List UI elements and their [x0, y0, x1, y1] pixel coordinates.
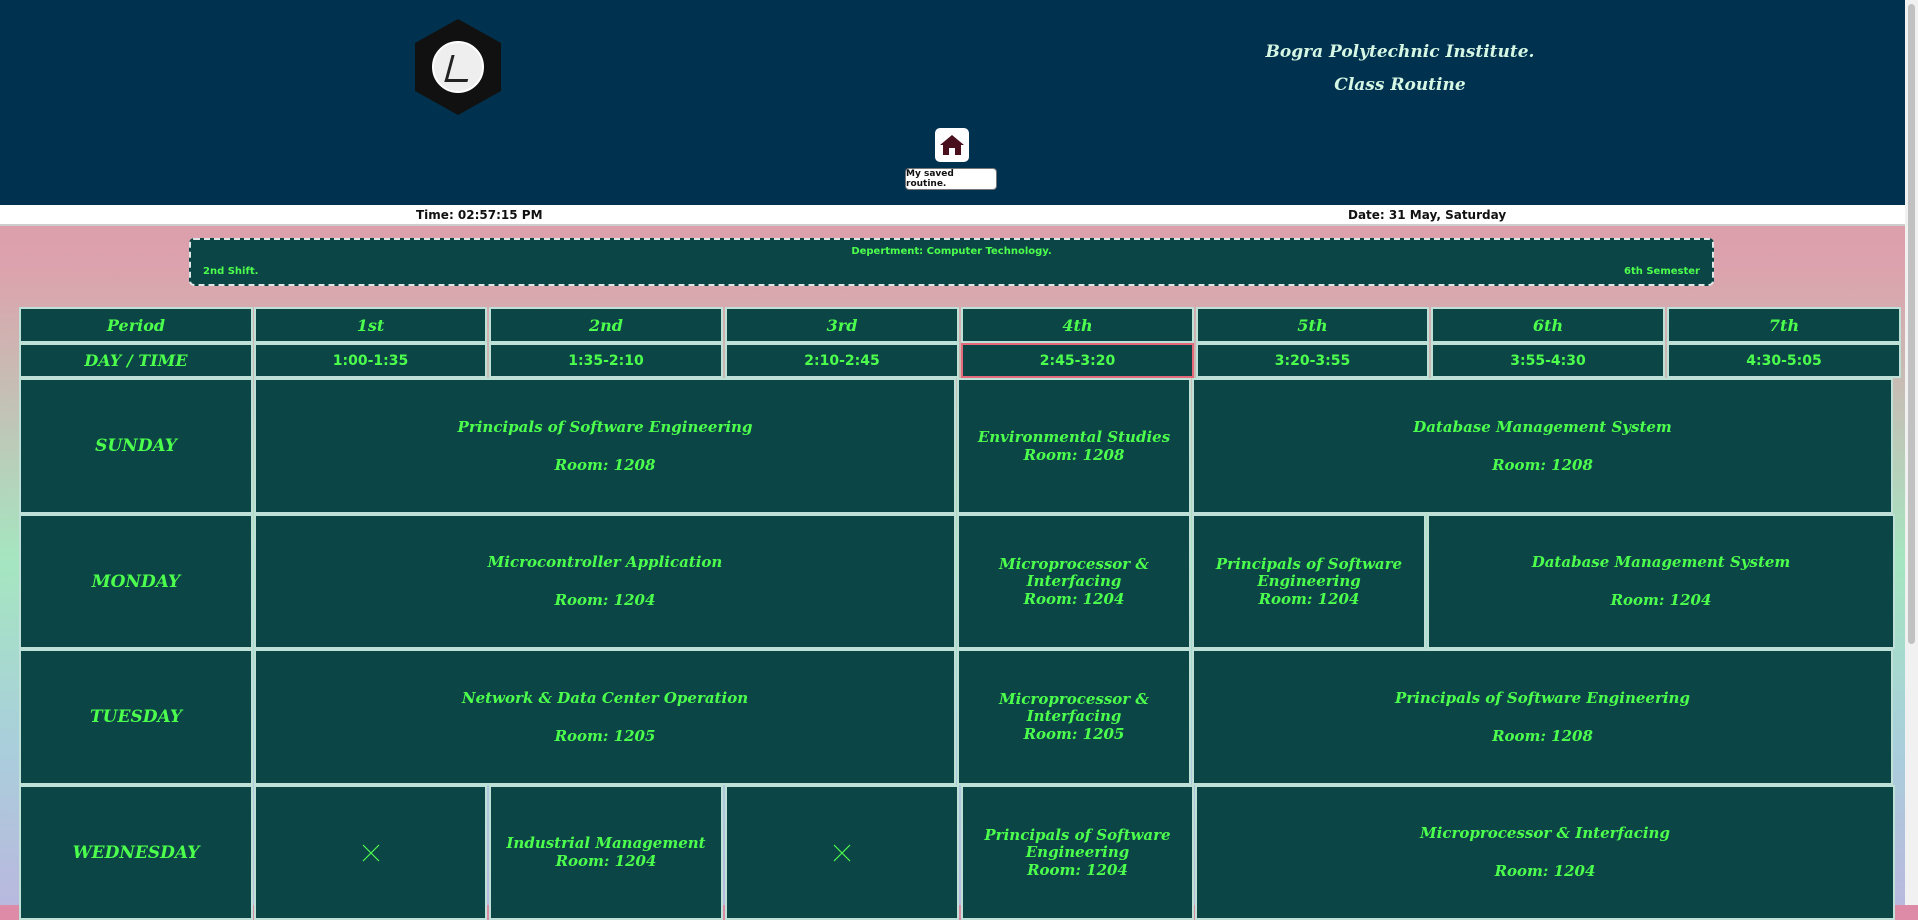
room-number: Room: 1205 — [554, 726, 656, 745]
home-button[interactable] — [935, 128, 969, 162]
period-2: 2nd — [489, 307, 723, 343]
room-number: Room: 1205 — [1023, 725, 1125, 743]
subject-name: Principals of Software Engineering — [457, 417, 753, 436]
class-cell[interactable]: Network & Data Center Operation Room: 12… — [254, 649, 956, 785]
period-3: 3rd — [725, 307, 959, 343]
time-slot-2: 1:35-2:10 — [489, 343, 723, 378]
x-icon — [833, 844, 851, 861]
shift-label: 2nd Shift. — [203, 266, 259, 277]
page-subtitle: Class Routine — [1334, 75, 1466, 95]
subject-name: Principals of Software Engineering — [1395, 688, 1690, 707]
subject-name: Principals of Software Engineering — [984, 825, 1171, 861]
daytime-header: DAY / TIME — [19, 343, 253, 378]
current-date: Date: 31 May, Saturday — [1348, 208, 1507, 222]
class-cell[interactable]: Database Management System Room: 1204 — [1427, 514, 1895, 649]
room-number: Room: 1204 — [1023, 589, 1125, 608]
subject-name: Principals of Software Engineering — [1215, 554, 1403, 590]
subject-name: Environmental Studies — [977, 427, 1171, 446]
time-slot-4-current: 2:45-3:20 — [961, 343, 1194, 378]
subject-name: Microprocessor & Interfacing — [1420, 824, 1670, 842]
day-monday: MONDAY — [19, 514, 253, 649]
subject-name: Microcontroller Application — [487, 553, 723, 571]
class-cell[interactable]: Microprocessor & Interfacing Room: 1204 — [957, 514, 1191, 649]
class-cell[interactable]: Principals of Software Engineering Room:… — [961, 785, 1194, 920]
room-number: Room: 1204 — [1258, 589, 1360, 608]
semester-label: 6th Semester — [1624, 266, 1700, 277]
department-label: Depertment: Computer Technology. — [851, 246, 1052, 257]
saved-routine-button[interactable]: My saved routine. — [905, 168, 997, 190]
class-cell[interactable]: Environmental Studies Room: 1208 — [957, 378, 1191, 514]
home-icon — [940, 135, 964, 155]
class-cell[interactable]: Industrial Management Room: 1204 — [489, 785, 723, 920]
period-4: 4th — [961, 307, 1194, 343]
room-number: Room: 1208 — [1492, 455, 1593, 474]
subject-name: Microprocessor & Interfacing — [999, 554, 1149, 590]
time-slot-3: 2:10-2:45 — [725, 343, 959, 378]
subject-name: Network & Data Center Operation — [461, 688, 749, 707]
room-number: Room: 1204 — [554, 591, 656, 609]
day-wednesday: WEDNESDAY — [19, 785, 253, 920]
subject-name: Database Management System — [1531, 553, 1791, 571]
class-cell[interactable]: Database Management System Room: 1208 — [1192, 378, 1893, 514]
room-number: Room: 1204 — [1610, 591, 1712, 609]
period-5: 5th — [1196, 307, 1429, 343]
room-number: Room: 1204 — [555, 852, 657, 870]
room-number: Room: 1208 — [554, 455, 656, 474]
period-header: Period — [19, 307, 253, 343]
class-cell[interactable]: Microprocessor & Interfacing Room: 1205 — [957, 649, 1191, 785]
period-1: 1st — [254, 307, 487, 343]
logo-seal-icon — [432, 41, 484, 93]
room-number: Room: 1204 — [1494, 862, 1596, 880]
time-slot-6: 3:55-4:30 — [1431, 343, 1665, 378]
subject-name: Database Management System — [1413, 417, 1672, 436]
class-cell[interactable]: Microprocessor & Interfacing Room: 1204 — [1195, 785, 1895, 920]
institute-logo — [415, 19, 501, 115]
subject-name: Microprocessor & Interfacing — [999, 690, 1149, 725]
room-number: Room: 1208 — [1023, 445, 1125, 464]
info-bar: Time: 02:57:15 PM Date: 31 May, Saturday — [0, 205, 1905, 226]
time-slot-1: 1:00-1:35 — [254, 343, 487, 378]
x-icon — [362, 844, 379, 861]
institute-name: Bogra Polytechnic Institute. — [1265, 42, 1535, 62]
class-cell[interactable]: Principals of Software Engineering Room:… — [254, 378, 956, 514]
time-slot-5: 3:20-3:55 — [1196, 343, 1429, 378]
class-cell[interactable]: Principals of Software Engineering Room:… — [1192, 649, 1893, 785]
department-box: Depertment: Computer Technology. 2nd Shi… — [189, 238, 1714, 286]
day-sunday: SUNDAY — [19, 378, 253, 514]
room-number: Room: 1204 — [1027, 860, 1128, 879]
period-6: 6th — [1431, 307, 1665, 343]
day-tuesday: TUESDAY — [19, 649, 253, 785]
period-7: 7th — [1667, 307, 1901, 343]
empty-slot — [254, 785, 487, 920]
room-number: Room: 1208 — [1492, 726, 1593, 745]
page-header: Bogra Polytechnic Institute. Class Routi… — [0, 0, 1905, 205]
subject-name: Industrial Management — [506, 834, 706, 852]
class-cell[interactable]: Principals of Software Engineering Room:… — [1192, 514, 1426, 649]
empty-slot — [725, 785, 959, 920]
current-time: Time: 02:57:15 PM — [416, 208, 543, 222]
scrollbar-thumb[interactable] — [1908, 4, 1915, 644]
time-slot-7: 4:30-5:05 — [1667, 343, 1901, 378]
class-cell[interactable]: Microcontroller Application Room: 1204 — [254, 514, 956, 649]
